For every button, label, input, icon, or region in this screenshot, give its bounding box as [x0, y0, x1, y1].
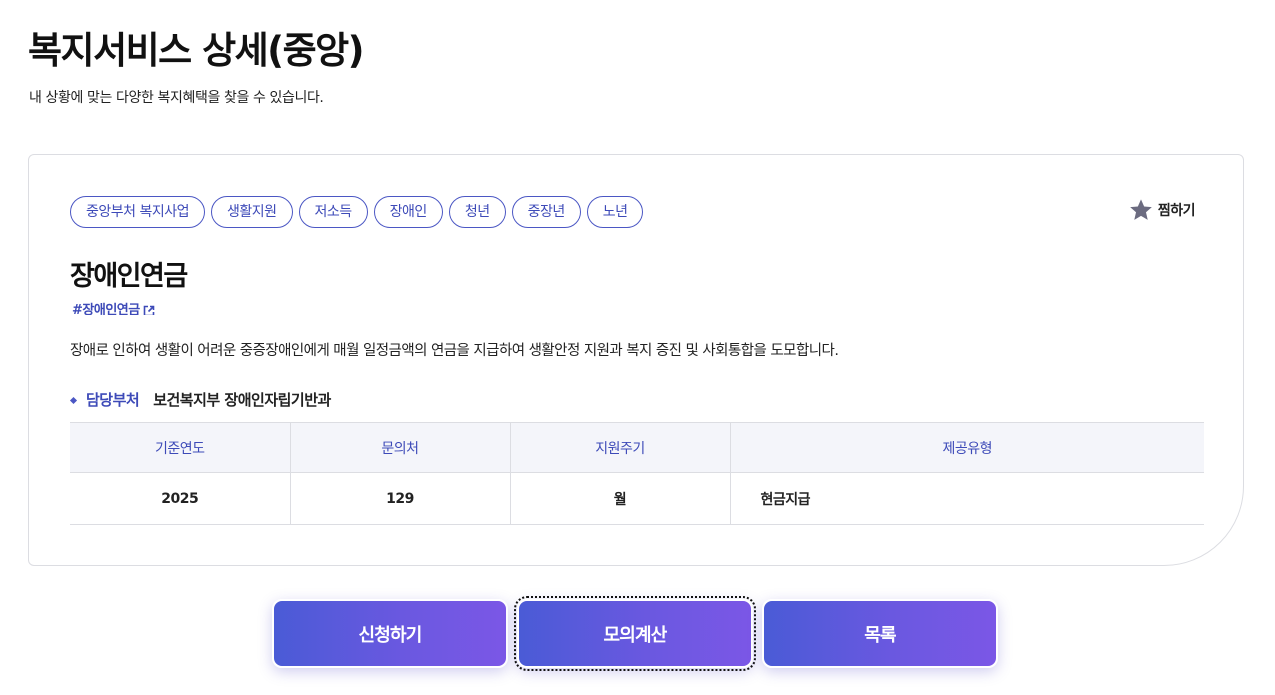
- service-detail-card: 중앙부처 복지사업 생활지원 저소득 장애인 청년 중장년 노년 찜하기 장애인…: [28, 154, 1244, 566]
- header-contact: 문의처: [290, 422, 511, 473]
- star-icon: [1130, 199, 1152, 220]
- tag-elderly[interactable]: 노년: [586, 196, 644, 228]
- cell-support-cycle: 월: [510, 472, 731, 525]
- cell-provision-type: 현금지급: [730, 472, 1204, 525]
- tag-central-ministry[interactable]: 중앙부처 복지사업: [70, 196, 205, 228]
- table-header-row: 기준연도 문의처 지원주기 제공유형: [70, 422, 1204, 473]
- tag-disabled[interactable]: 장애인: [373, 196, 443, 228]
- service-info-table: 기준연도 문의처 지원주기 제공유형 2025 129 월 현금지급: [70, 422, 1204, 525]
- tag-youth[interactable]: 청년: [448, 196, 506, 228]
- diamond-bullet-icon: [69, 396, 78, 404]
- service-title: 장애인연금: [70, 261, 188, 292]
- list-button[interactable]: 목록: [762, 599, 998, 668]
- hashtag-container: #장애인연금: [72, 301, 155, 315]
- page-title: 복지서비스 상세(중앙): [28, 29, 365, 72]
- service-description: 장애로 인하여 생활이 어려운 중증장애인에게 매월 일정금액의 연금을 지급하…: [70, 343, 839, 359]
- external-link-icon: [143, 305, 155, 315]
- table-row: 2025 129 월 현금지급: [70, 472, 1204, 525]
- header-base-year: 기준연도: [70, 422, 291, 473]
- tag-middle-aged[interactable]: 중장년: [511, 196, 581, 228]
- page-subtitle: 내 상황에 맞는 다양한 복지혜택을 찾을 수 있습니다.: [29, 90, 324, 106]
- bookmark-button[interactable]: 찜하기: [1128, 197, 1196, 223]
- tag-list: 중앙부처 복지사업 생활지원 저소득 장애인 청년 중장년 노년: [70, 196, 644, 228]
- simulate-button[interactable]: 모의계산: [514, 596, 756, 671]
- cell-base-year: 2025: [70, 472, 291, 525]
- apply-button[interactable]: 신청하기: [272, 599, 508, 668]
- action-buttons: 신청하기 모의계산 목록: [272, 596, 998, 671]
- hashtag-link[interactable]: #장애인연금: [72, 301, 155, 315]
- department-value: 보건복지부 장애인자립기반과: [153, 391, 331, 409]
- header-support-cycle: 지원주기: [510, 422, 731, 473]
- bookmark-label: 찜하기: [1157, 203, 1196, 219]
- tag-living-support[interactable]: 생활지원: [211, 196, 293, 228]
- department-label: 담당부처: [86, 391, 140, 409]
- hashtag-text: #장애인연금: [72, 303, 140, 315]
- header-provision-type: 제공유형: [730, 422, 1204, 473]
- cell-contact: 129: [290, 472, 511, 525]
- department-info: 담당부처 보건복지부 장애인자립기반과: [69, 389, 331, 411]
- tag-low-income[interactable]: 저소득: [298, 196, 368, 228]
